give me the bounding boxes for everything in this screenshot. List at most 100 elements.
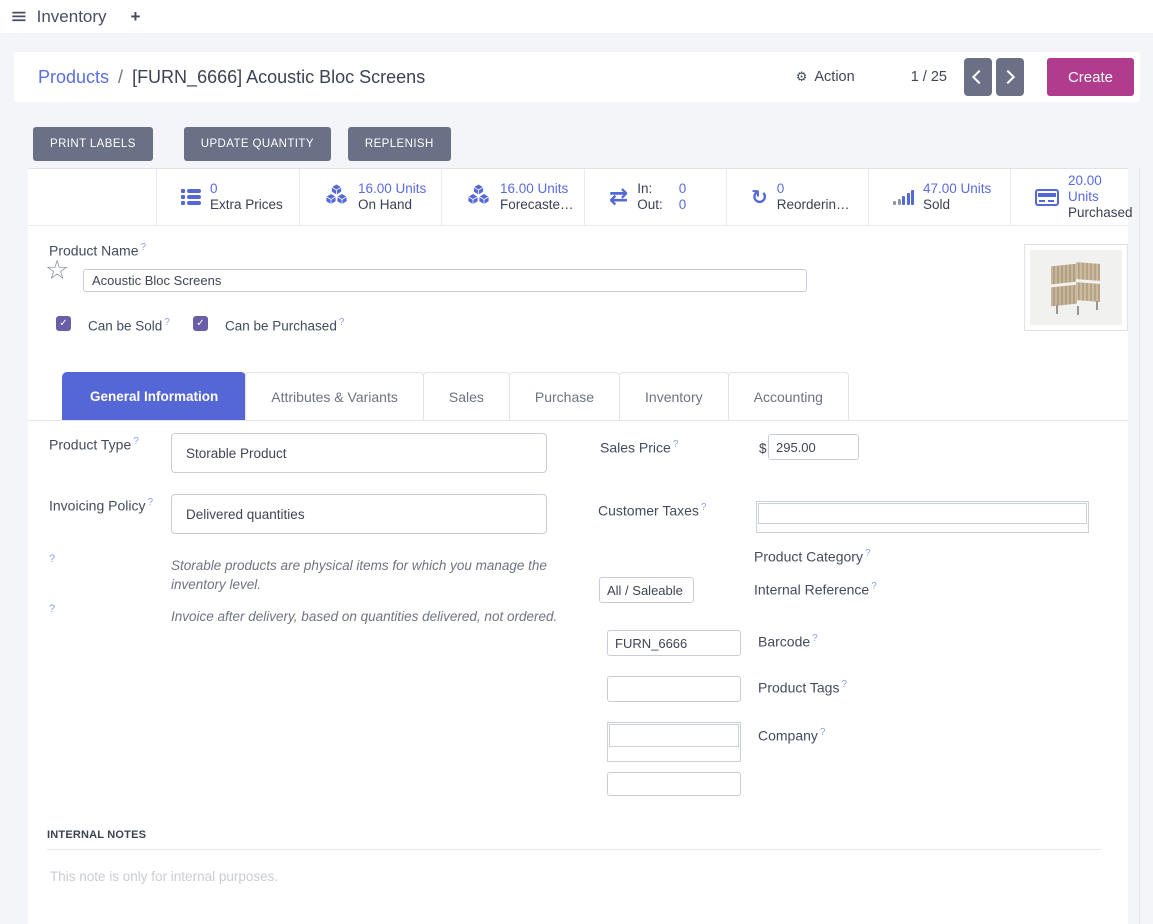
cubes-icon	[466, 184, 491, 210]
sales-price-input[interactable]: 295.00	[768, 434, 859, 460]
stat-value: 0	[210, 181, 283, 197]
tab-inventory[interactable]: Inventory	[619, 372, 729, 420]
product-type-help-text: Storable products are physical items for…	[171, 556, 565, 594]
help-icon: ?	[164, 317, 170, 328]
action-menu-button[interactable]: ⚙ Action	[796, 69, 855, 85]
stat-in-out[interactable]: ⇄ In: 0 Out: 0	[585, 169, 727, 225]
product-category-input[interactable]: All / Saleable	[599, 577, 694, 603]
breadcrumb-separator: /	[118, 67, 123, 88]
stat-label: Extra Prices	[210, 197, 283, 213]
product-form-sheet: 0Extra Prices 16.00 UnitsOn Hand	[28, 168, 1128, 924]
product-tags-input[interactable]	[607, 722, 741, 762]
out-value: 0	[679, 197, 687, 213]
product-tags-text: Product Tags	[758, 680, 839, 696]
company-input[interactable]	[607, 772, 741, 796]
company-label: Company?	[758, 727, 825, 744]
credit-card-icon	[1035, 189, 1059, 206]
product-type-label: Product Type?	[49, 436, 139, 453]
invoicing-policy-select[interactable]: Delivered quantities	[171, 494, 547, 534]
right-edge-divider	[1139, 168, 1140, 924]
stat-sold[interactable]: 47.00 UnitsSold	[869, 169, 1011, 225]
tab-accounting[interactable]: Accounting	[728, 372, 849, 420]
help-icon: ?	[865, 548, 871, 559]
gear-icon: ⚙	[796, 70, 808, 85]
transfer-arrows-icon: ⇄	[609, 186, 628, 209]
invoicing-policy-help-text: Invoice after delivery, based on quantit…	[171, 607, 565, 626]
sales-price-label: Sales Price?	[600, 439, 678, 456]
stat-value: 16.00 Units	[358, 181, 426, 197]
product-type-select[interactable]: Storable Product	[171, 433, 547, 473]
breadcrumb: Products / [FURN_6666] Acoustic Bloc Scr…	[38, 67, 796, 88]
tab-general-information[interactable]: General Information	[62, 372, 246, 420]
next-record-button[interactable]	[996, 58, 1024, 96]
internal-notes-heading: INTERNAL NOTES	[47, 829, 146, 841]
record-pager: 1 / 25	[911, 69, 947, 85]
breadcrumb-products-link[interactable]: Products	[38, 67, 109, 88]
stat-label: Reorderin…	[777, 197, 850, 213]
can-be-sold-label: Can be Sold?	[88, 317, 170, 334]
product-name-input[interactable]: Acoustic Bloc Screens	[83, 269, 807, 292]
hamburger-icon[interactable]: ≡	[10, 6, 28, 27]
plus-icon[interactable]: +	[131, 7, 141, 27]
out-label: Out:	[637, 197, 663, 213]
product-tags-label: Product Tags?	[758, 679, 847, 696]
can-be-purchased-text: Can be Purchased	[225, 319, 337, 334]
product-category-text: Product Category	[754, 549, 863, 565]
stat-purchased[interactable]: 20.00 UnitsPurchased	[1011, 169, 1128, 225]
can-be-purchased-checkbox[interactable]: ✓	[193, 316, 208, 331]
action-buttons-row: PRINT LABELS UPDATE QUANTITY REPLENISH	[33, 127, 451, 161]
in-label: In:	[637, 181, 663, 197]
help-icon: ?	[701, 502, 707, 513]
favorite-star-icon[interactable]: ☆	[45, 257, 69, 284]
app-name[interactable]: Inventory	[37, 7, 107, 27]
cubes-icon	[324, 184, 349, 210]
currency-symbol: $	[759, 441, 767, 456]
breadcrumb-current: [FURN_6666] Acoustic Bloc Screens	[132, 67, 425, 88]
chevron-right-icon	[1001, 70, 1015, 84]
tab-sales[interactable]: Sales	[423, 372, 510, 420]
top-navbar: ≡ Inventory +	[0, 0, 1153, 33]
print-labels-button[interactable]: PRINT LABELS	[33, 127, 153, 161]
stat-label: Forecaste…	[500, 197, 574, 213]
replenish-button[interactable]: REPLENISH	[348, 127, 451, 161]
product-image[interactable]	[1024, 244, 1128, 331]
stat-value: 16.00 Units	[500, 181, 574, 197]
sales-price-text: Sales Price	[600, 440, 671, 456]
stat-reordering-rules[interactable]: ↻ 0Reorderin…	[727, 169, 869, 225]
internal-reference-label: Internal Reference?	[754, 581, 877, 598]
stat-empty-cell	[28, 169, 157, 225]
signal-bars-icon	[893, 189, 914, 205]
acoustic-screen-picture	[1030, 250, 1122, 325]
previous-record-button[interactable]	[964, 58, 992, 96]
create-button[interactable]: Create	[1047, 58, 1134, 96]
invoicing-policy-label: Invoicing Policy?	[49, 497, 153, 514]
can-be-purchased-label: Can be Purchased?	[225, 317, 344, 334]
barcode-label: Barcode?	[758, 633, 818, 650]
internal-reference-text: Internal Reference	[754, 582, 869, 598]
stat-forecasted[interactable]: 16.00 UnitsForecaste…	[442, 169, 585, 225]
list-icon	[181, 189, 201, 205]
internal-reference-input[interactable]: FURN_6666	[607, 630, 741, 656]
internal-notes-divider	[47, 849, 1101, 850]
barcode-input[interactable]	[607, 676, 741, 702]
customer-taxes-input[interactable]	[756, 501, 1089, 533]
help-icon: ?	[140, 242, 146, 253]
update-quantity-button[interactable]: UPDATE QUANTITY	[184, 127, 331, 161]
stat-extra-prices[interactable]: 0Extra Prices	[157, 169, 300, 225]
stat-label: Sold	[923, 197, 991, 213]
stat-on-hand[interactable]: 16.00 UnitsOn Hand	[300, 169, 442, 225]
tab-purchase[interactable]: Purchase	[509, 372, 620, 420]
in-value: 0	[679, 181, 687, 197]
barcode-text: Barcode	[758, 634, 810, 650]
stat-buttons-row: 0Extra Prices 16.00 UnitsOn Hand	[28, 168, 1128, 226]
can-be-sold-text: Can be Sold	[88, 319, 162, 334]
internal-notes-textarea[interactable]: This note is only for internal purposes.	[50, 869, 278, 884]
help-icon: ?	[49, 603, 55, 615]
chevron-left-icon	[972, 70, 986, 84]
control-panel: Products / [FURN_6666] Acoustic Bloc Scr…	[14, 52, 1140, 102]
tab-attributes-variants[interactable]: Attributes & Variants	[245, 372, 424, 420]
customer-taxes-label: Customer Taxes?	[598, 502, 706, 519]
help-icon: ?	[841, 679, 847, 690]
can-be-sold-checkbox[interactable]: ✓	[56, 316, 71, 331]
help-icon: ?	[820, 727, 826, 738]
